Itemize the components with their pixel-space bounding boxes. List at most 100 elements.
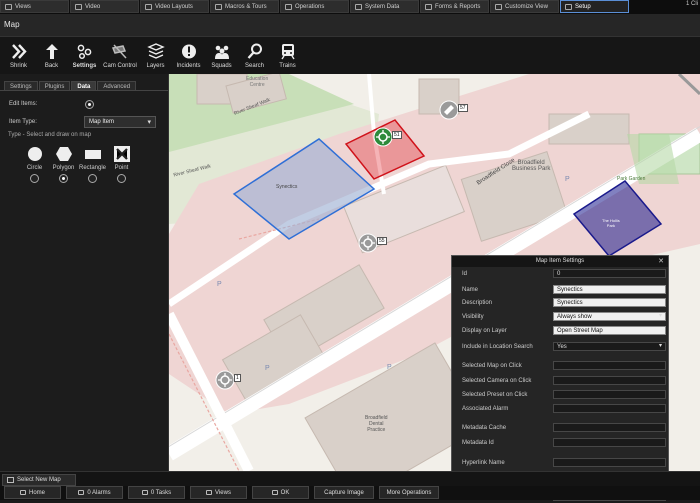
top-tab-customize-view[interactable]: Customize View	[490, 0, 559, 13]
camera-marker-id: 1	[234, 374, 241, 382]
field-select[interactable]: Yes	[553, 342, 666, 351]
trains-button[interactable]: Trains	[271, 37, 304, 75]
select-new-map-tab[interactable]: Select New Map	[2, 474, 76, 486]
field-input[interactable]: 0	[553, 269, 666, 278]
shape-circle[interactable]: Circle	[20, 146, 49, 183]
field-input[interactable]	[553, 438, 666, 447]
field-select[interactable]: Always show	[553, 312, 666, 321]
camera-control-icon	[111, 44, 127, 59]
top-tab-operations[interactable]: Operations	[280, 0, 349, 13]
cam-control-button[interactable]: Cam Control	[101, 37, 139, 75]
shape-polygon[interactable]: Polygon	[49, 146, 78, 183]
camera-marker-icon	[215, 370, 235, 390]
bottom-button-home[interactable]: Home	[4, 486, 61, 499]
top-tab-views[interactable]: Views	[0, 0, 69, 13]
top-tab-macros-tours[interactable]: Macros & Tours	[210, 0, 279, 13]
bottom-button-0-tasks[interactable]: 0 Tasks	[128, 486, 185, 499]
camera-marker-id: 51	[392, 131, 402, 139]
field-label: Display on Layer	[462, 328, 507, 334]
field-label: Visibility	[462, 314, 484, 320]
shape-point-radio[interactable]	[117, 174, 126, 183]
field-input[interactable]	[553, 361, 666, 370]
field-input[interactable]: Synectics	[553, 298, 666, 307]
top-tab-label: Video Layouts	[155, 3, 193, 10]
squads-icon	[214, 45, 229, 59]
settings-label: Settings	[72, 63, 97, 69]
circle-shape-icon	[27, 147, 42, 161]
shrink-icon	[11, 44, 27, 59]
item-type-row: Item Type: Map Item	[0, 115, 168, 129]
close-icon[interactable]: ✕	[658, 257, 664, 265]
field-input[interactable]: Open Street Map	[553, 326, 666, 335]
top-tab-label: Views	[15, 3, 31, 10]
camera-marker[interactable]: 51	[373, 127, 402, 149]
edit-items-toggle[interactable]	[85, 99, 94, 109]
dialog-field-associated-alarm: Associated Alarm	[452, 404, 670, 415]
bottom-button-label: Capture Image	[324, 489, 364, 496]
map-tab-icon	[7, 477, 14, 483]
bottom-button-capture-image[interactable]: Capture Image	[314, 486, 374, 499]
search-button[interactable]: Search	[238, 37, 271, 75]
field-label: Name	[462, 287, 479, 293]
shape-rectangle[interactable]: Rectangle	[78, 146, 107, 183]
dialog-field-metadata-cache: Metadata Cache	[452, 423, 670, 434]
incidents-button[interactable]: Incidents	[172, 37, 205, 75]
incidents-label: Incidents	[176, 63, 201, 69]
map-label: Broadfield Business Park	[512, 160, 551, 172]
customize-icon	[495, 3, 502, 10]
layers-button[interactable]: Layers	[139, 37, 172, 75]
camera-marker-id: 57	[458, 104, 468, 112]
dialog-field-include-in-location-search: Include in Location Search Yes	[452, 342, 670, 353]
field-input[interactable]	[553, 423, 666, 432]
dialog-field-hyperlink-name: Hyperlink Name	[452, 458, 670, 469]
shape-rectangle-radio[interactable]	[88, 174, 97, 183]
field-input[interactable]: Synectics	[553, 285, 666, 294]
shape-polygon-label: Polygon	[52, 165, 75, 171]
tab-plugins[interactable]: Plugins	[38, 81, 71, 91]
shape-circle-radio[interactable]	[30, 174, 39, 183]
bottom-button-views[interactable]: Views	[190, 486, 247, 499]
field-input[interactable]	[553, 376, 666, 385]
top-tab-video[interactable]: Video	[70, 0, 139, 13]
item-type-value: Map Item	[89, 119, 115, 125]
edit-items-row: Edit Items:	[0, 98, 168, 110]
bottom-button-ok[interactable]: OK	[252, 486, 309, 499]
tab-settings[interactable]: Settings	[4, 81, 38, 91]
status-tab-strip: Select New Map	[0, 471, 700, 486]
field-label: Associated Alarm	[462, 406, 509, 412]
bottom-button-0-alarms[interactable]: 0 Alarms	[66, 486, 123, 499]
shrink-button[interactable]: Shrink	[2, 37, 35, 75]
item-type-select[interactable]: Map Item	[84, 116, 156, 128]
field-input[interactable]	[553, 390, 666, 399]
tab-data[interactable]: Data	[71, 81, 97, 91]
settings-button[interactable]: Settings	[68, 37, 101, 75]
tasks-icon	[141, 490, 148, 495]
dialog-field-name: Name Synectics	[452, 285, 670, 296]
shape-point[interactable]: Point	[107, 146, 136, 183]
bottom-button-label: OK	[280, 489, 290, 496]
point-shape-icon	[113, 146, 130, 162]
squads-button[interactable]: Squads	[205, 37, 238, 75]
camera-marker[interactable]: 1	[215, 370, 241, 392]
page-title: Map	[0, 14, 700, 36]
top-tab-setup[interactable]: Setup	[560, 0, 629, 13]
forms-icon	[425, 3, 432, 10]
camera-marker[interactable]: 57	[439, 100, 468, 122]
field-input[interactable]	[553, 458, 666, 467]
camera-marker[interactable]: 55	[358, 233, 387, 255]
field-input[interactable]	[553, 404, 666, 413]
dialog-field-display-on-layer: Display on Layer Open Street Map	[452, 326, 670, 337]
map-label: Park Garden	[617, 176, 646, 182]
top-tab-video-layouts[interactable]: Video Layouts	[140, 0, 209, 13]
shrink-label: Shrink	[9, 63, 27, 69]
top-tab-system-data[interactable]: System Data	[350, 0, 419, 13]
top-tab-forms-reports[interactable]: Forms & Reports	[420, 0, 489, 13]
tab-advanced[interactable]: Advanced	[97, 81, 137, 91]
dialog-field-metadata-id: Metadata Id	[452, 438, 670, 449]
bottom-bar: Home 0 Alarms 0 Tasks Views OK Capture Image M…	[0, 486, 700, 500]
bottom-button-more-operations[interactable]: More Operations	[379, 486, 439, 499]
back-button[interactable]: Back	[35, 37, 68, 75]
shape-polygon-radio[interactable]	[59, 174, 68, 183]
polygon-shape-icon	[55, 147, 72, 161]
dialog-field-selected-preset-on-click: Selected Preset on Click	[452, 390, 670, 401]
